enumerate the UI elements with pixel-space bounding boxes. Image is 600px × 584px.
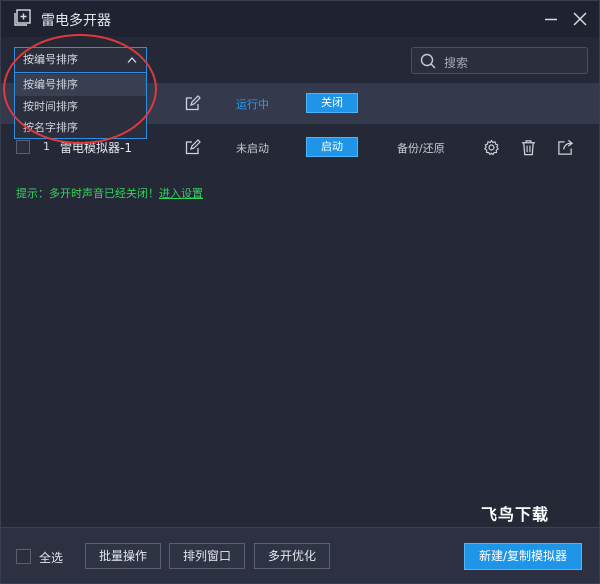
- title-bar: 雷电多开器: [1, 1, 599, 37]
- search-placeholder: 搜索: [444, 56, 469, 70]
- annotation-circle: [3, 34, 157, 144]
- arrange-windows-button[interactable]: 排列窗口: [169, 543, 245, 569]
- bottom-bar: 全选 批量操作 排列窗口 多开优化 新建/复制模拟器: [1, 527, 599, 583]
- status-badge: 运行中: [236, 98, 269, 111]
- select-all-checkbox[interactable]: [16, 549, 31, 564]
- export-icon[interactable]: [557, 139, 574, 156]
- edit-icon[interactable]: [185, 139, 201, 155]
- window-title: 雷电多开器: [41, 13, 111, 29]
- start-emulator-button[interactable]: 启动: [306, 137, 358, 157]
- enter-settings-link[interactable]: 进入设置: [159, 185, 203, 201]
- row-index: 1: [43, 140, 50, 153]
- backup-restore-link[interactable]: 备份/还原: [397, 140, 445, 156]
- minimize-icon[interactable]: [542, 10, 560, 28]
- create-copy-emulator-button[interactable]: 新建/复制模拟器: [464, 543, 582, 570]
- watermark-text: 飞鸟下载: [481, 505, 550, 524]
- search-icon: [420, 53, 436, 69]
- select-all-label[interactable]: 全选: [39, 549, 63, 566]
- search-input[interactable]: 搜索: [411, 47, 588, 74]
- gear-icon[interactable]: [483, 139, 500, 156]
- app-add-icon: [14, 9, 31, 26]
- multi-instance-manager-window: 雷电多开器 按编号排序 搜索 运行中 关闭 1 雷电模拟器-1 未启动 启动 备…: [0, 0, 600, 584]
- row-checkbox[interactable]: [16, 140, 30, 154]
- edit-icon[interactable]: [185, 95, 201, 111]
- sound-hint-text: 提示：多开时声音已经关闭！: [16, 187, 159, 200]
- trash-icon[interactable]: [520, 139, 537, 156]
- close-icon[interactable]: [571, 10, 589, 28]
- multi-optimize-button[interactable]: 多开优化: [254, 543, 330, 569]
- batch-operation-button[interactable]: 批量操作: [85, 543, 161, 569]
- status-badge: 未启动: [236, 142, 269, 155]
- close-emulator-button[interactable]: 关闭: [306, 93, 358, 113]
